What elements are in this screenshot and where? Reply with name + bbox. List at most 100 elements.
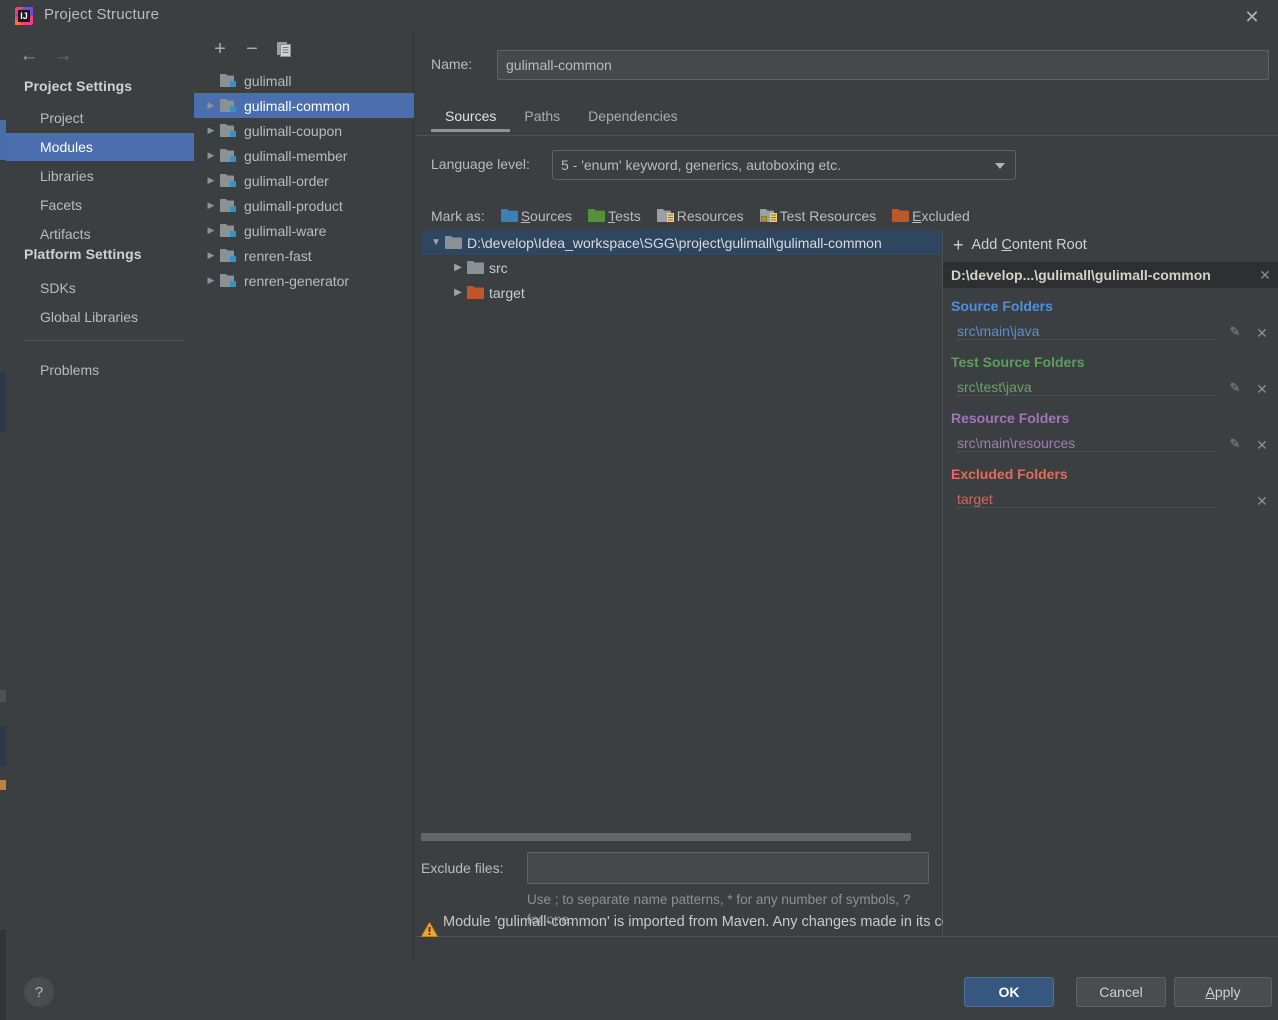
sidebar-item-artifacts[interactable]: Artifacts — [6, 220, 194, 248]
copy-icon[interactable] — [271, 36, 297, 62]
folder-entry[interactable]: src\test\java ✎ ✕ — [943, 378, 1278, 400]
chevron-right-icon[interactable]: ▶ — [202, 100, 220, 111]
mark-as-tests-button[interactable]: Tests — [588, 208, 641, 225]
content-roots-panel: + Add Content Root D:\develop...\gulimal… — [943, 230, 1278, 936]
content-root-tree-label: target — [489, 284, 525, 301]
cancel-button[interactable]: Cancel — [1076, 977, 1166, 1007]
arrow-right-icon[interactable]: → — [48, 42, 78, 68]
exclude-files-row: Exclude files: — [415, 852, 955, 884]
resource-folders-group-title: Resource Folders — [951, 410, 1070, 426]
help-icon[interactable]: ? — [24, 977, 54, 1007]
close-icon[interactable]: ✕ — [1252, 379, 1272, 399]
content-root-tree-row[interactable]: ▶ target — [421, 280, 948, 305]
chevron-right-icon[interactable]: ▶ — [449, 262, 467, 273]
folder-entry-path: src\main\java — [957, 323, 1042, 339]
sidebar-item-sdks[interactable]: SDKs — [6, 274, 194, 302]
content-root-tree-row[interactable]: ▶ src — [421, 255, 948, 280]
leader-dots — [957, 507, 1216, 508]
mark-as-label: Mark as: — [431, 208, 485, 224]
chevron-right-icon[interactable]: ▶ — [202, 175, 220, 186]
folder-entry-path: target — [957, 491, 995, 507]
folder-excluded-icon — [892, 208, 910, 225]
module-list-item[interactable]: ▶ renren-generator — [194, 268, 414, 293]
project-structure-dialog-root: IJ Project Structure ✕ ← → Project Setti… — [0, 0, 1278, 1020]
chevron-right-icon[interactable]: ▶ — [449, 287, 467, 298]
chevron-right-icon[interactable]: ▶ — [202, 275, 220, 286]
minus-icon[interactable]: − — [239, 36, 265, 62]
module-list-item[interactable]: ▶ gulimall-order — [194, 168, 414, 193]
tab-dependencies[interactable]: Dependencies — [574, 102, 692, 132]
module-list-item[interactable]: ▶ gulimall-coupon — [194, 118, 414, 143]
mark-as-excluded-button[interactable]: Excluded — [892, 208, 970, 225]
pencil-icon[interactable]: ✎ — [1226, 380, 1244, 398]
add-content-root-button[interactable]: + Add Content Root — [943, 230, 1278, 260]
folder-entry-path: src\test\java — [957, 379, 1034, 395]
language-level-select[interactable]: 5 - 'enum' keyword, generics, autoboxing… — [552, 150, 1016, 180]
module-list-item-label: gulimall-order — [244, 172, 329, 189]
module-list-item-label: gulimall-coupon — [244, 122, 343, 139]
arrow-left-icon[interactable]: ← — [14, 42, 44, 68]
module-list-item[interactable]: ▶ renren-fast — [194, 243, 414, 268]
module-folder-icon — [220, 273, 240, 289]
tabs-underline — [415, 135, 1278, 136]
folder-icon — [467, 260, 489, 275]
pencil-icon[interactable]: ✎ — [1226, 436, 1244, 454]
sidebar-item-global-libraries[interactable]: Global Libraries — [6, 303, 194, 331]
exclude-files-label: Exclude files: — [421, 860, 504, 876]
sidebar-item-libraries[interactable]: Libraries — [6, 162, 194, 190]
content-root-path: D:\develop...\gulimall\gulimall-common — [951, 267, 1211, 283]
sidebar-item-facets[interactable]: Facets — [6, 191, 194, 219]
chevron-right-icon[interactable]: ▶ — [202, 150, 220, 161]
module-list-item[interactable]: ▶ gulimall-common — [194, 93, 414, 118]
plus-icon[interactable]: + — [207, 36, 233, 62]
mark-as-sources-button[interactable]: Sources — [500, 208, 572, 225]
tab-paths[interactable]: Paths — [510, 102, 574, 132]
sidebar-item-problems[interactable]: Problems — [6, 356, 194, 384]
mark-as-resources-button[interactable]: Resources — [656, 208, 744, 225]
chevron-right-icon[interactable]: ▶ — [202, 200, 220, 211]
close-icon[interactable]: ✕ — [1252, 323, 1272, 343]
apply-button[interactable]: Apply — [1174, 977, 1272, 1007]
content-root-header: D:\develop...\gulimall\gulimall-common ✕ — [943, 262, 1278, 288]
close-icon[interactable]: ✕ — [1252, 267, 1278, 284]
chevron-right-icon[interactable]: ▶ — [202, 250, 220, 261]
pencil-icon[interactable]: ✎ — [1226, 324, 1244, 342]
tab-sources[interactable]: Sources — [431, 102, 511, 132]
module-list-item-label: gulimall — [244, 72, 292, 89]
module-folder-icon — [220, 248, 240, 264]
folder-entry[interactable]: src\main\resources ✎ ✕ — [943, 434, 1278, 456]
excluded-folders-group-title: Excluded Folders — [951, 466, 1068, 482]
module-folder-icon — [220, 198, 240, 214]
exclude-files-input[interactable] — [527, 852, 929, 884]
close-icon[interactable]: ✕ — [1252, 491, 1272, 511]
modules-list-panel: + − gulimall ▶ gulimall-common ▶ gulimall-co… — [194, 32, 414, 964]
ok-button[interactable]: OK — [964, 977, 1054, 1007]
close-icon[interactable]: ✕ — [1252, 435, 1272, 455]
module-folder-icon — [220, 123, 240, 139]
sidebar-item-modules[interactable]: Modules — [6, 133, 194, 161]
module-list-item-label: gulimall-product — [244, 197, 343, 214]
content-root-tree: ▼ D:\develop\Idea_workspace\SGG\project\g… — [421, 230, 948, 828]
dialog-titlebar: IJ Project Structure ✕ — [6, 0, 1278, 32]
leader-dots — [957, 395, 1216, 396]
module-list-item[interactable]: ▶ gulimall-member — [194, 143, 414, 168]
content-root-tree-label: src — [489, 259, 508, 276]
mark-as-test-resources-button[interactable]: Test Resources — [759, 208, 876, 225]
folder-resources-icon — [656, 208, 674, 225]
sidebar-item-project[interactable]: Project — [6, 104, 194, 132]
detail-tabs: Sources Paths Dependencies — [431, 102, 692, 136]
module-name-input[interactable] — [497, 50, 1269, 80]
tree-hscrollbar-thumb[interactable] — [421, 833, 911, 841]
module-list-item[interactable]: gulimall — [194, 68, 414, 93]
module-list-item[interactable]: ▶ gulimall-product — [194, 193, 414, 218]
module-list-item[interactable]: ▶ gulimall-ware — [194, 218, 414, 243]
module-list-item-label: gulimall-ware — [244, 222, 327, 239]
close-icon[interactable]: ✕ — [1232, 4, 1272, 30]
folder-entry[interactable]: target ✕ — [943, 490, 1278, 512]
chevron-right-icon[interactable]: ▶ — [202, 225, 220, 236]
content-root-tree-row[interactable]: ▼ D:\develop\Idea_workspace\SGG\project\g… — [421, 230, 948, 255]
chevron-down-icon[interactable]: ▼ — [427, 237, 445, 248]
chevron-right-icon[interactable]: ▶ — [202, 125, 220, 136]
sidebar-group-project-settings: Project Settings — [24, 78, 133, 94]
folder-entry[interactable]: src\main\java ✎ ✕ — [943, 322, 1278, 344]
